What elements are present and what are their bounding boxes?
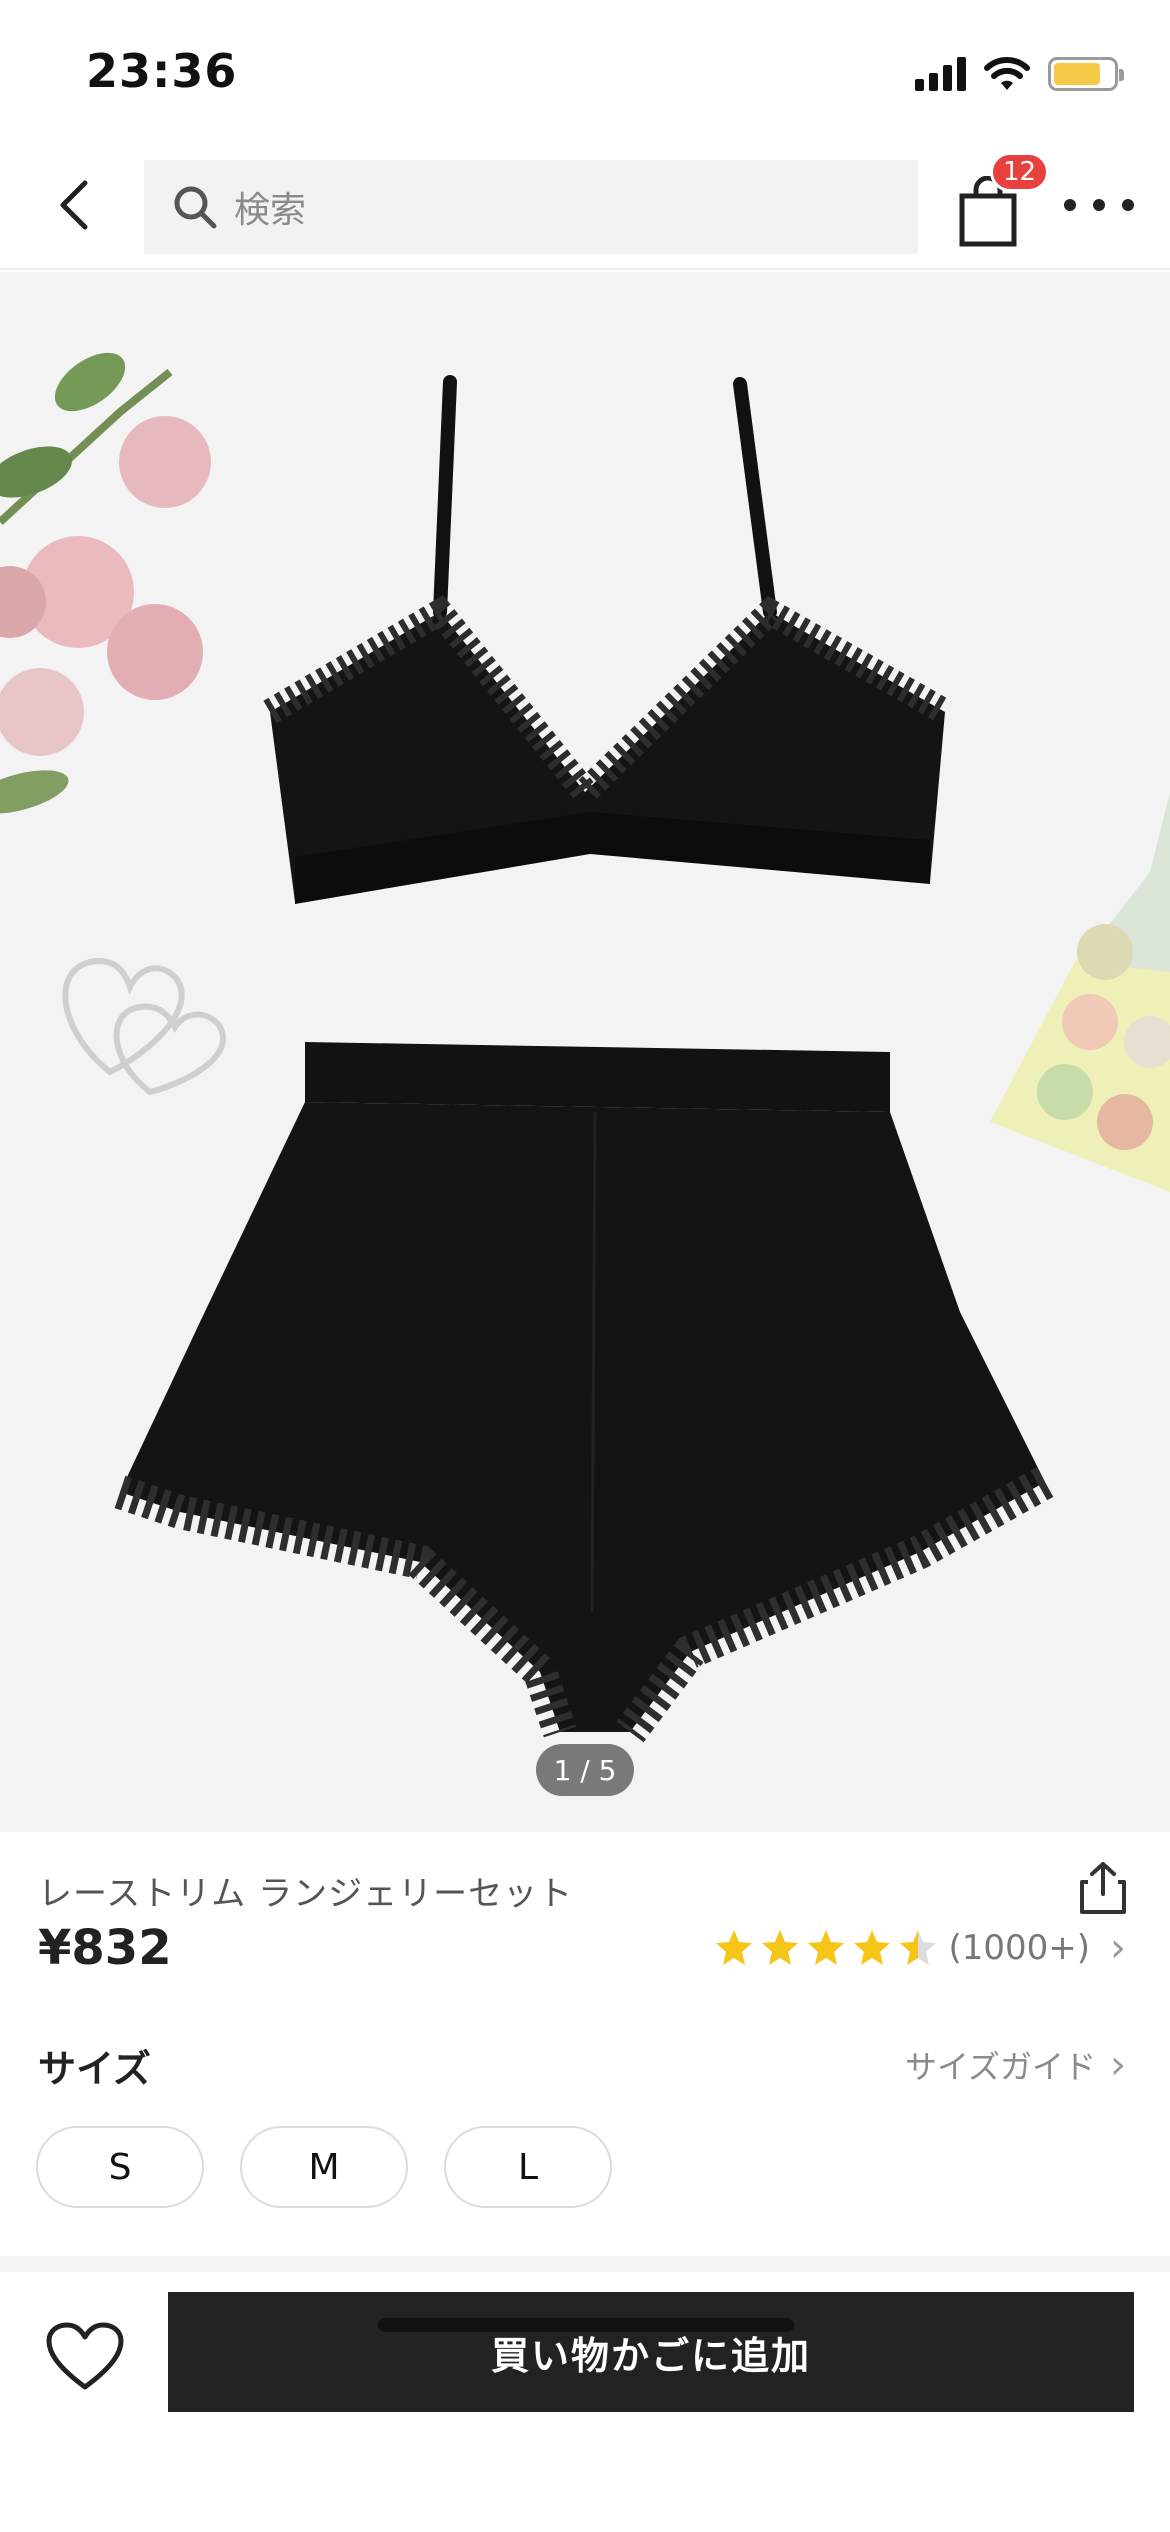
home-indicator <box>378 2318 794 2332</box>
chevron-left-icon <box>60 180 88 230</box>
heart-bracelet-decoration <box>62 958 227 1096</box>
size-option-l[interactable]: L <box>444 2126 612 2208</box>
star-icon <box>854 1930 891 1965</box>
flower-decoration <box>0 352 211 814</box>
wishlist-button[interactable] <box>40 2312 130 2402</box>
size-guide-label: サイズガイド <box>904 2048 1096 2086</box>
star-icon <box>762 1930 799 1965</box>
cellular-signal-icon <box>915 57 966 91</box>
battery-icon <box>1048 57 1124 91</box>
product-image-gallery[interactable]: 1 / 5 <box>0 272 1170 1832</box>
search-icon <box>174 186 217 229</box>
back-button[interactable] <box>40 170 110 240</box>
share-button[interactable] <box>1078 1860 1128 1920</box>
more-dot-icon <box>1093 199 1105 211</box>
size-guide-link[interactable]: サイズガイド › <box>905 2042 1126 2088</box>
section-divider <box>0 2256 1170 2272</box>
size-options: S M L <box>36 2126 612 2208</box>
bralette-product <box>263 375 952 904</box>
nav-bar: 検索 12 <box>0 140 1170 270</box>
star-icon <box>900 1930 937 1965</box>
chevron-right-icon: › <box>1110 1925 1126 1971</box>
add-to-cart-button[interactable]: 買い物かごに追加 <box>168 2292 1134 2412</box>
more-dot-icon <box>1122 199 1134 211</box>
star-icon <box>716 1930 753 1965</box>
status-icons <box>915 52 1124 96</box>
review-count: (1000+) <box>948 1928 1090 1968</box>
eyeshadow-palette-decoration <box>990 792 1170 1192</box>
rating-stars <box>714 1928 938 1968</box>
status-time: 23:36 <box>86 44 238 98</box>
cart-count-badge: 12 <box>990 152 1050 192</box>
size-section-label: サイズ <box>38 2047 151 2091</box>
image-counter: 1 / 5 <box>536 1744 634 1796</box>
chevron-right-icon: › <box>1110 2042 1126 2088</box>
product-price: ¥832 <box>38 1920 172 1976</box>
more-dot-icon <box>1064 199 1076 211</box>
status-bar: 23:36 <box>0 0 1170 140</box>
size-option-s[interactable]: S <box>36 2126 204 2208</box>
shorts-product <box>114 1042 1054 1743</box>
bottom-action-bar: 買い物かごに追加 <box>0 2272 1170 2532</box>
size-option-m[interactable]: M <box>240 2126 408 2208</box>
search-input[interactable]: 検索 <box>144 160 918 254</box>
product-photo <box>0 352 1170 1743</box>
share-icon <box>1080 1862 1126 1914</box>
heart-icon <box>46 2322 124 2390</box>
more-options-button[interactable] <box>1064 180 1134 230</box>
wifi-icon <box>984 57 1030 90</box>
star-icon <box>808 1930 845 1965</box>
rating-summary[interactable]: (1000+) › <box>714 1928 1126 1968</box>
product-title: レーストリム ランジェリーセット <box>38 1874 574 1914</box>
search-placeholder: 検索 <box>234 190 307 231</box>
